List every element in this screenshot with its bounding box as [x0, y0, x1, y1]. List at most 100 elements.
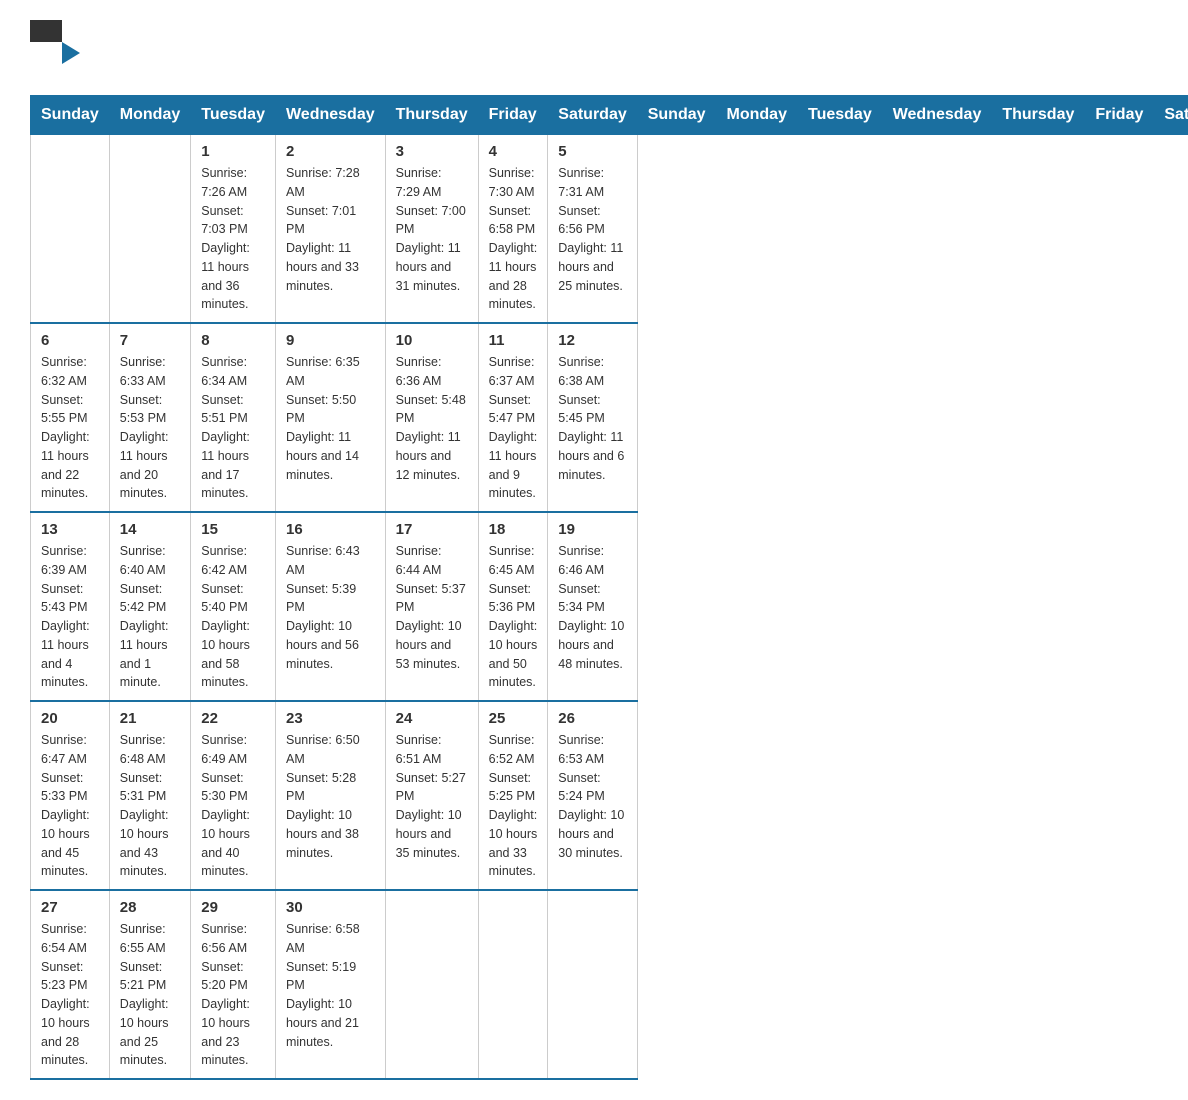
calendar-cell: 9 Sunrise: 6:35 AMSunset: 5:50 PMDaylight… [275, 323, 385, 512]
day-info: Sunrise: 6:48 AMSunset: 5:31 PMDaylight:… [120, 731, 180, 881]
calendar-cell: 8 Sunrise: 6:34 AMSunset: 5:51 PMDaylight… [191, 323, 276, 512]
day-info: Sunrise: 7:26 AMSunset: 7:03 PMDaylight:… [201, 164, 265, 314]
header-saturday: Saturday [548, 96, 637, 135]
calendar-cell: 16 Sunrise: 6:43 AMSunset: 5:39 PMDayligh… [275, 512, 385, 701]
day-number: 23 [286, 710, 375, 727]
day-number: 14 [120, 521, 180, 538]
calendar-cell [478, 890, 548, 1079]
header-sunday: Sunday [31, 96, 110, 135]
calendar-cell: 17 Sunrise: 6:44 AMSunset: 5:37 PMDayligh… [385, 512, 478, 701]
week-row-5: 27 Sunrise: 6:54 AMSunset: 5:23 PMDayligh… [31, 890, 1188, 1079]
calendar-cell: 24Sunrise: 6:51 AMSunset: 5:27 PMDayligh… [385, 701, 478, 890]
logo-icon [30, 20, 80, 75]
day-number: 6 [41, 332, 99, 349]
logo [30, 20, 84, 75]
day-number: 30 [286, 899, 375, 916]
calendar-cell: 5Sunrise: 7:31 AMSunset: 6:56 PMDaylight… [548, 135, 637, 324]
col-header-sunday: Sunday [637, 96, 716, 135]
calendar-cell: 15 Sunrise: 6:42 AMSunset: 5:40 PMDayligh… [191, 512, 276, 701]
header-monday: Monday [109, 96, 190, 135]
day-info: Sunrise: 6:32 AMSunset: 5:55 PMDaylight:… [41, 353, 99, 503]
day-info: Sunrise: 6:40 AMSunset: 5:42 PMDaylight:… [120, 542, 180, 692]
col-header-saturday: Saturday [1154, 96, 1188, 135]
day-number: 19 [558, 521, 626, 538]
day-number: 21 [120, 710, 180, 727]
day-number: 5 [558, 143, 626, 160]
day-info: Sunrise: 7:29 AMSunset: 7:00 PMDaylight:… [396, 164, 468, 295]
day-info: Sunrise: 6:36 AMSunset: 5:48 PMDaylight:… [396, 353, 468, 484]
calendar-cell: 20 Sunrise: 6:47 AMSunset: 5:33 PMDayligh… [31, 701, 110, 890]
day-number: 11 [489, 332, 538, 349]
calendar-cell: 25 Sunrise: 6:52 AMSunset: 5:25 PMDayligh… [478, 701, 548, 890]
calendar-cell: 14 Sunrise: 6:40 AMSunset: 5:42 PMDayligh… [109, 512, 190, 701]
calendar-cell: 27 Sunrise: 6:54 AMSunset: 5:23 PMDayligh… [31, 890, 110, 1079]
day-number: 24 [396, 710, 468, 727]
day-info: Sunrise: 6:56 AMSunset: 5:20 PMDaylight:… [201, 920, 265, 1070]
calendar-cell: 19Sunrise: 6:46 AMSunset: 5:34 PMDayligh… [548, 512, 637, 701]
calendar-cell: 28Sunrise: 6:55 AMSunset: 5:21 PMDayligh… [109, 890, 190, 1079]
day-number: 16 [286, 521, 375, 538]
calendar-cell: 18 Sunrise: 6:45 AMSunset: 5:36 PMDayligh… [478, 512, 548, 701]
week-row-3: 13Sunrise: 6:39 AMSunset: 5:43 PMDayligh… [31, 512, 1188, 701]
header-friday: Friday [478, 96, 548, 135]
calendar-cell: 26 Sunrise: 6:53 AMSunset: 5:24 PMDayligh… [548, 701, 637, 890]
day-info: Sunrise: 6:39 AMSunset: 5:43 PMDaylight:… [41, 542, 99, 692]
day-info: Sunrise: 6:47 AMSunset: 5:33 PMDaylight:… [41, 731, 99, 881]
calendar-cell: 12Sunrise: 6:38 AMSunset: 5:45 PMDayligh… [548, 323, 637, 512]
day-info: Sunrise: 6:42 AMSunset: 5:40 PMDaylight:… [201, 542, 265, 692]
week-row-2: 6 Sunrise: 6:32 AMSunset: 5:55 PMDaylight… [31, 323, 1188, 512]
day-number: 1 [201, 143, 265, 160]
week-row-1: 1 Sunrise: 7:26 AMSunset: 7:03 PMDaylight… [31, 135, 1188, 324]
day-number: 10 [396, 332, 468, 349]
day-number: 29 [201, 899, 265, 916]
day-info: Sunrise: 6:35 AMSunset: 5:50 PMDaylight:… [286, 353, 375, 484]
calendar-cell [109, 135, 190, 324]
col-header-friday: Friday [1085, 96, 1154, 135]
day-number: 26 [558, 710, 626, 727]
calendar-cell: 6 Sunrise: 6:32 AMSunset: 5:55 PMDaylight… [31, 323, 110, 512]
calendar-table: SundayMondayTuesdayWednesdayThursdayFrid… [30, 95, 1188, 1080]
header-wednesday: Wednesday [275, 96, 385, 135]
day-info: Sunrise: 7:30 AMSunset: 6:58 PMDaylight:… [489, 164, 538, 314]
col-header-wednesday: Wednesday [882, 96, 992, 135]
calendar-cell: 2Sunrise: 7:28 AMSunset: 7:01 PMDaylight… [275, 135, 385, 324]
calendar-cell: 7Sunrise: 6:33 AMSunset: 5:53 PMDaylight… [109, 323, 190, 512]
day-info: Sunrise: 6:34 AMSunset: 5:51 PMDaylight:… [201, 353, 265, 503]
calendar-cell: 13Sunrise: 6:39 AMSunset: 5:43 PMDayligh… [31, 512, 110, 701]
day-info: Sunrise: 6:38 AMSunset: 5:45 PMDaylight:… [558, 353, 626, 484]
calendar-cell: 23 Sunrise: 6:50 AMSunset: 5:28 PMDayligh… [275, 701, 385, 890]
day-info: Sunrise: 6:55 AMSunset: 5:21 PMDaylight:… [120, 920, 180, 1070]
day-number: 27 [41, 899, 99, 916]
day-number: 22 [201, 710, 265, 727]
calendar-cell: 29 Sunrise: 6:56 AMSunset: 5:20 PMDayligh… [191, 890, 276, 1079]
day-info: Sunrise: 6:43 AMSunset: 5:39 PMDaylight:… [286, 542, 375, 673]
day-number: 18 [489, 521, 538, 538]
calendar-cell: 1 Sunrise: 7:26 AMSunset: 7:03 PMDaylight… [191, 135, 276, 324]
day-number: 9 [286, 332, 375, 349]
header-thursday: Thursday [385, 96, 478, 135]
week-row-4: 20 Sunrise: 6:47 AMSunset: 5:33 PMDayligh… [31, 701, 1188, 890]
day-number: 15 [201, 521, 265, 538]
day-number: 20 [41, 710, 99, 727]
day-info: Sunrise: 6:45 AMSunset: 5:36 PMDaylight:… [489, 542, 538, 692]
day-number: 8 [201, 332, 265, 349]
calendar-cell [548, 890, 637, 1079]
day-info: Sunrise: 6:44 AMSunset: 5:37 PMDaylight:… [396, 542, 468, 673]
calendar-cell: 10 Sunrise: 6:36 AMSunset: 5:48 PMDayligh… [385, 323, 478, 512]
day-number: 7 [120, 332, 180, 349]
day-info: Sunrise: 7:28 AMSunset: 7:01 PMDaylight:… [286, 164, 375, 295]
day-number: 25 [489, 710, 538, 727]
calendar-cell: 3Sunrise: 7:29 AMSunset: 7:00 PMDaylight… [385, 135, 478, 324]
day-info: Sunrise: 6:53 AMSunset: 5:24 PMDaylight:… [558, 731, 626, 862]
day-number: 17 [396, 521, 468, 538]
day-info: Sunrise: 6:37 AMSunset: 5:47 PMDaylight:… [489, 353, 538, 503]
day-info: Sunrise: 6:58 AMSunset: 5:19 PMDaylight:… [286, 920, 375, 1051]
calendar-cell: 21 Sunrise: 6:48 AMSunset: 5:31 PMDayligh… [109, 701, 190, 890]
page-header [30, 20, 1158, 75]
calendar-cell: 30 Sunrise: 6:58 AMSunset: 5:19 PMDayligh… [275, 890, 385, 1079]
calendar-cell: 11 Sunrise: 6:37 AMSunset: 5:47 PMDayligh… [478, 323, 548, 512]
day-info: Sunrise: 6:54 AMSunset: 5:23 PMDaylight:… [41, 920, 99, 1070]
day-info: Sunrise: 6:52 AMSunset: 5:25 PMDaylight:… [489, 731, 538, 881]
calendar-cell: 4Sunrise: 7:30 AMSunset: 6:58 PMDaylight… [478, 135, 548, 324]
day-info: Sunrise: 6:50 AMSunset: 5:28 PMDaylight:… [286, 731, 375, 862]
